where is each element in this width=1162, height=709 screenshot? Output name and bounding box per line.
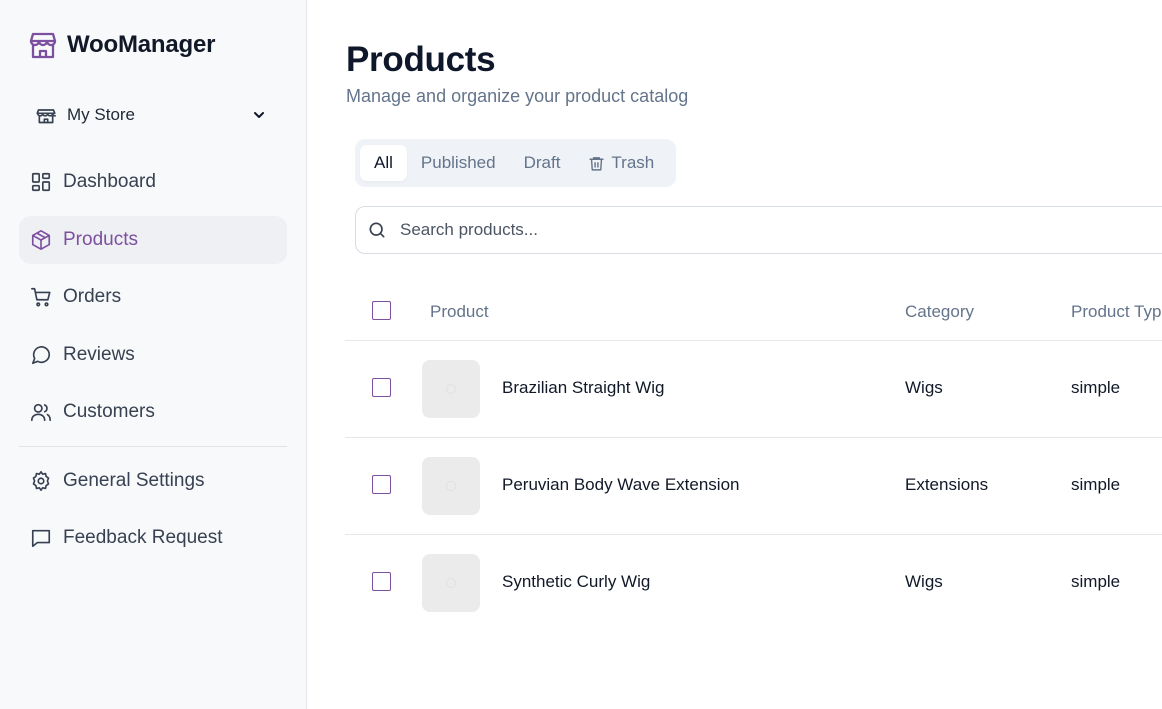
sidebar-item-customers[interactable]: Customers (19, 388, 287, 436)
cart-icon (31, 287, 51, 307)
select-all-checkbox[interactable] (372, 301, 391, 320)
product-thumbnail (422, 360, 480, 418)
sidebar-item-general-settings[interactable]: General Settings (19, 457, 287, 505)
main-content: Products Manage and organize your produc… (307, 0, 1162, 709)
product-name[interactable]: Brazilian Straight Wig (502, 378, 665, 398)
status-tabs: All Published Draft Trash (355, 139, 676, 187)
product-thumbnail (422, 457, 480, 515)
tab-label: Draft (523, 153, 561, 172)
store-logo-icon (29, 32, 57, 59)
sidebar-item-reviews[interactable]: Reviews (19, 331, 287, 379)
search-box (355, 206, 1162, 254)
trash-icon (589, 156, 605, 171)
page-subtitle: Manage and organize your product catalog (346, 86, 689, 106)
sidebar: WooManager My Store Dashboard Products O… (0, 0, 307, 709)
sidebar-item-label: Products (63, 228, 138, 250)
users-icon (31, 403, 51, 422)
page-title: Products (346, 40, 496, 79)
table-row[interactable]: Peruvian Body Wave Extension Extensions … (345, 438, 1162, 535)
products-table: Product Category Product Type Brazilian … (345, 285, 1162, 632)
sidebar-item-dashboard[interactable]: Dashboard (19, 158, 287, 206)
image-placeholder-icon (446, 481, 456, 491)
tab-label: All (374, 153, 393, 172)
table-row[interactable]: Synthetic Curly Wig Wigs simple (345, 535, 1162, 632)
chat-bubble-icon (31, 345, 51, 364)
sidebar-item-label: Dashboard (63, 171, 156, 192)
sidebar-nav: Dashboard Products Orders Reviews Custom… (19, 158, 287, 572)
column-header-product-type[interactable]: Product Type (1071, 302, 1162, 322)
brand[interactable]: WooManager (29, 30, 215, 60)
sidebar-divider (19, 445, 287, 447)
product-category: Wigs (905, 378, 943, 397)
image-placeholder-icon (446, 384, 456, 394)
row-checkbox[interactable] (372, 572, 391, 591)
product-type: simple (1071, 475, 1121, 494)
row-checkbox[interactable] (372, 475, 391, 494)
chevron-down-icon (254, 112, 264, 118)
search-input[interactable] (400, 220, 1100, 240)
tab-label: Published (420, 153, 496, 172)
product-type: simple (1071, 572, 1121, 591)
product-category: Wigs (905, 572, 943, 591)
row-checkbox[interactable] (372, 378, 391, 397)
product-name[interactable]: Peruvian Body Wave Extension (502, 475, 740, 495)
sidebar-item-label: Reviews (63, 343, 135, 365)
sidebar-item-orders[interactable]: Orders (19, 273, 287, 321)
tab-draft[interactable]: Draft (510, 145, 575, 181)
box-icon (31, 229, 51, 250)
sidebar-item-products[interactable]: Products (19, 215, 287, 264)
app-root: WooManager My Store Dashboard Products O… (0, 0, 1162, 709)
store-name: My Store (67, 105, 136, 124)
app-name: WooManager (67, 31, 216, 58)
table-header: Product Category Product Type (345, 285, 1162, 341)
gear-icon (32, 470, 50, 491)
column-header-category[interactable]: Category (905, 302, 974, 322)
sidebar-item-label: Feedback Request (63, 527, 223, 548)
column-header-product[interactable]: Product (430, 302, 489, 322)
sidebar-item-label: Customers (63, 401, 155, 422)
tab-label: Trash (611, 153, 655, 172)
sidebar-item-label: Orders (63, 286, 122, 307)
table-row[interactable]: Brazilian Straight Wig Wigs simple (345, 341, 1162, 438)
tab-trash[interactable]: Trash (574, 145, 668, 181)
sidebar-item-label: General Settings (63, 469, 205, 491)
product-name[interactable]: Synthetic Curly Wig (502, 572, 650, 592)
product-category: Extensions (905, 475, 989, 494)
dashboard-icon (31, 172, 51, 192)
product-thumbnail (422, 554, 480, 612)
sidebar-item-feedback-request[interactable]: Feedback Request (19, 514, 287, 562)
tab-all[interactable]: All (360, 145, 407, 181)
image-placeholder-icon (446, 578, 456, 588)
store-icon (36, 109, 56, 124)
tab-published[interactable]: Published (407, 145, 510, 181)
store-selector[interactable]: My Store (36, 100, 271, 130)
product-type: simple (1071, 378, 1121, 397)
message-square-icon (31, 529, 51, 548)
search-icon (369, 222, 385, 238)
